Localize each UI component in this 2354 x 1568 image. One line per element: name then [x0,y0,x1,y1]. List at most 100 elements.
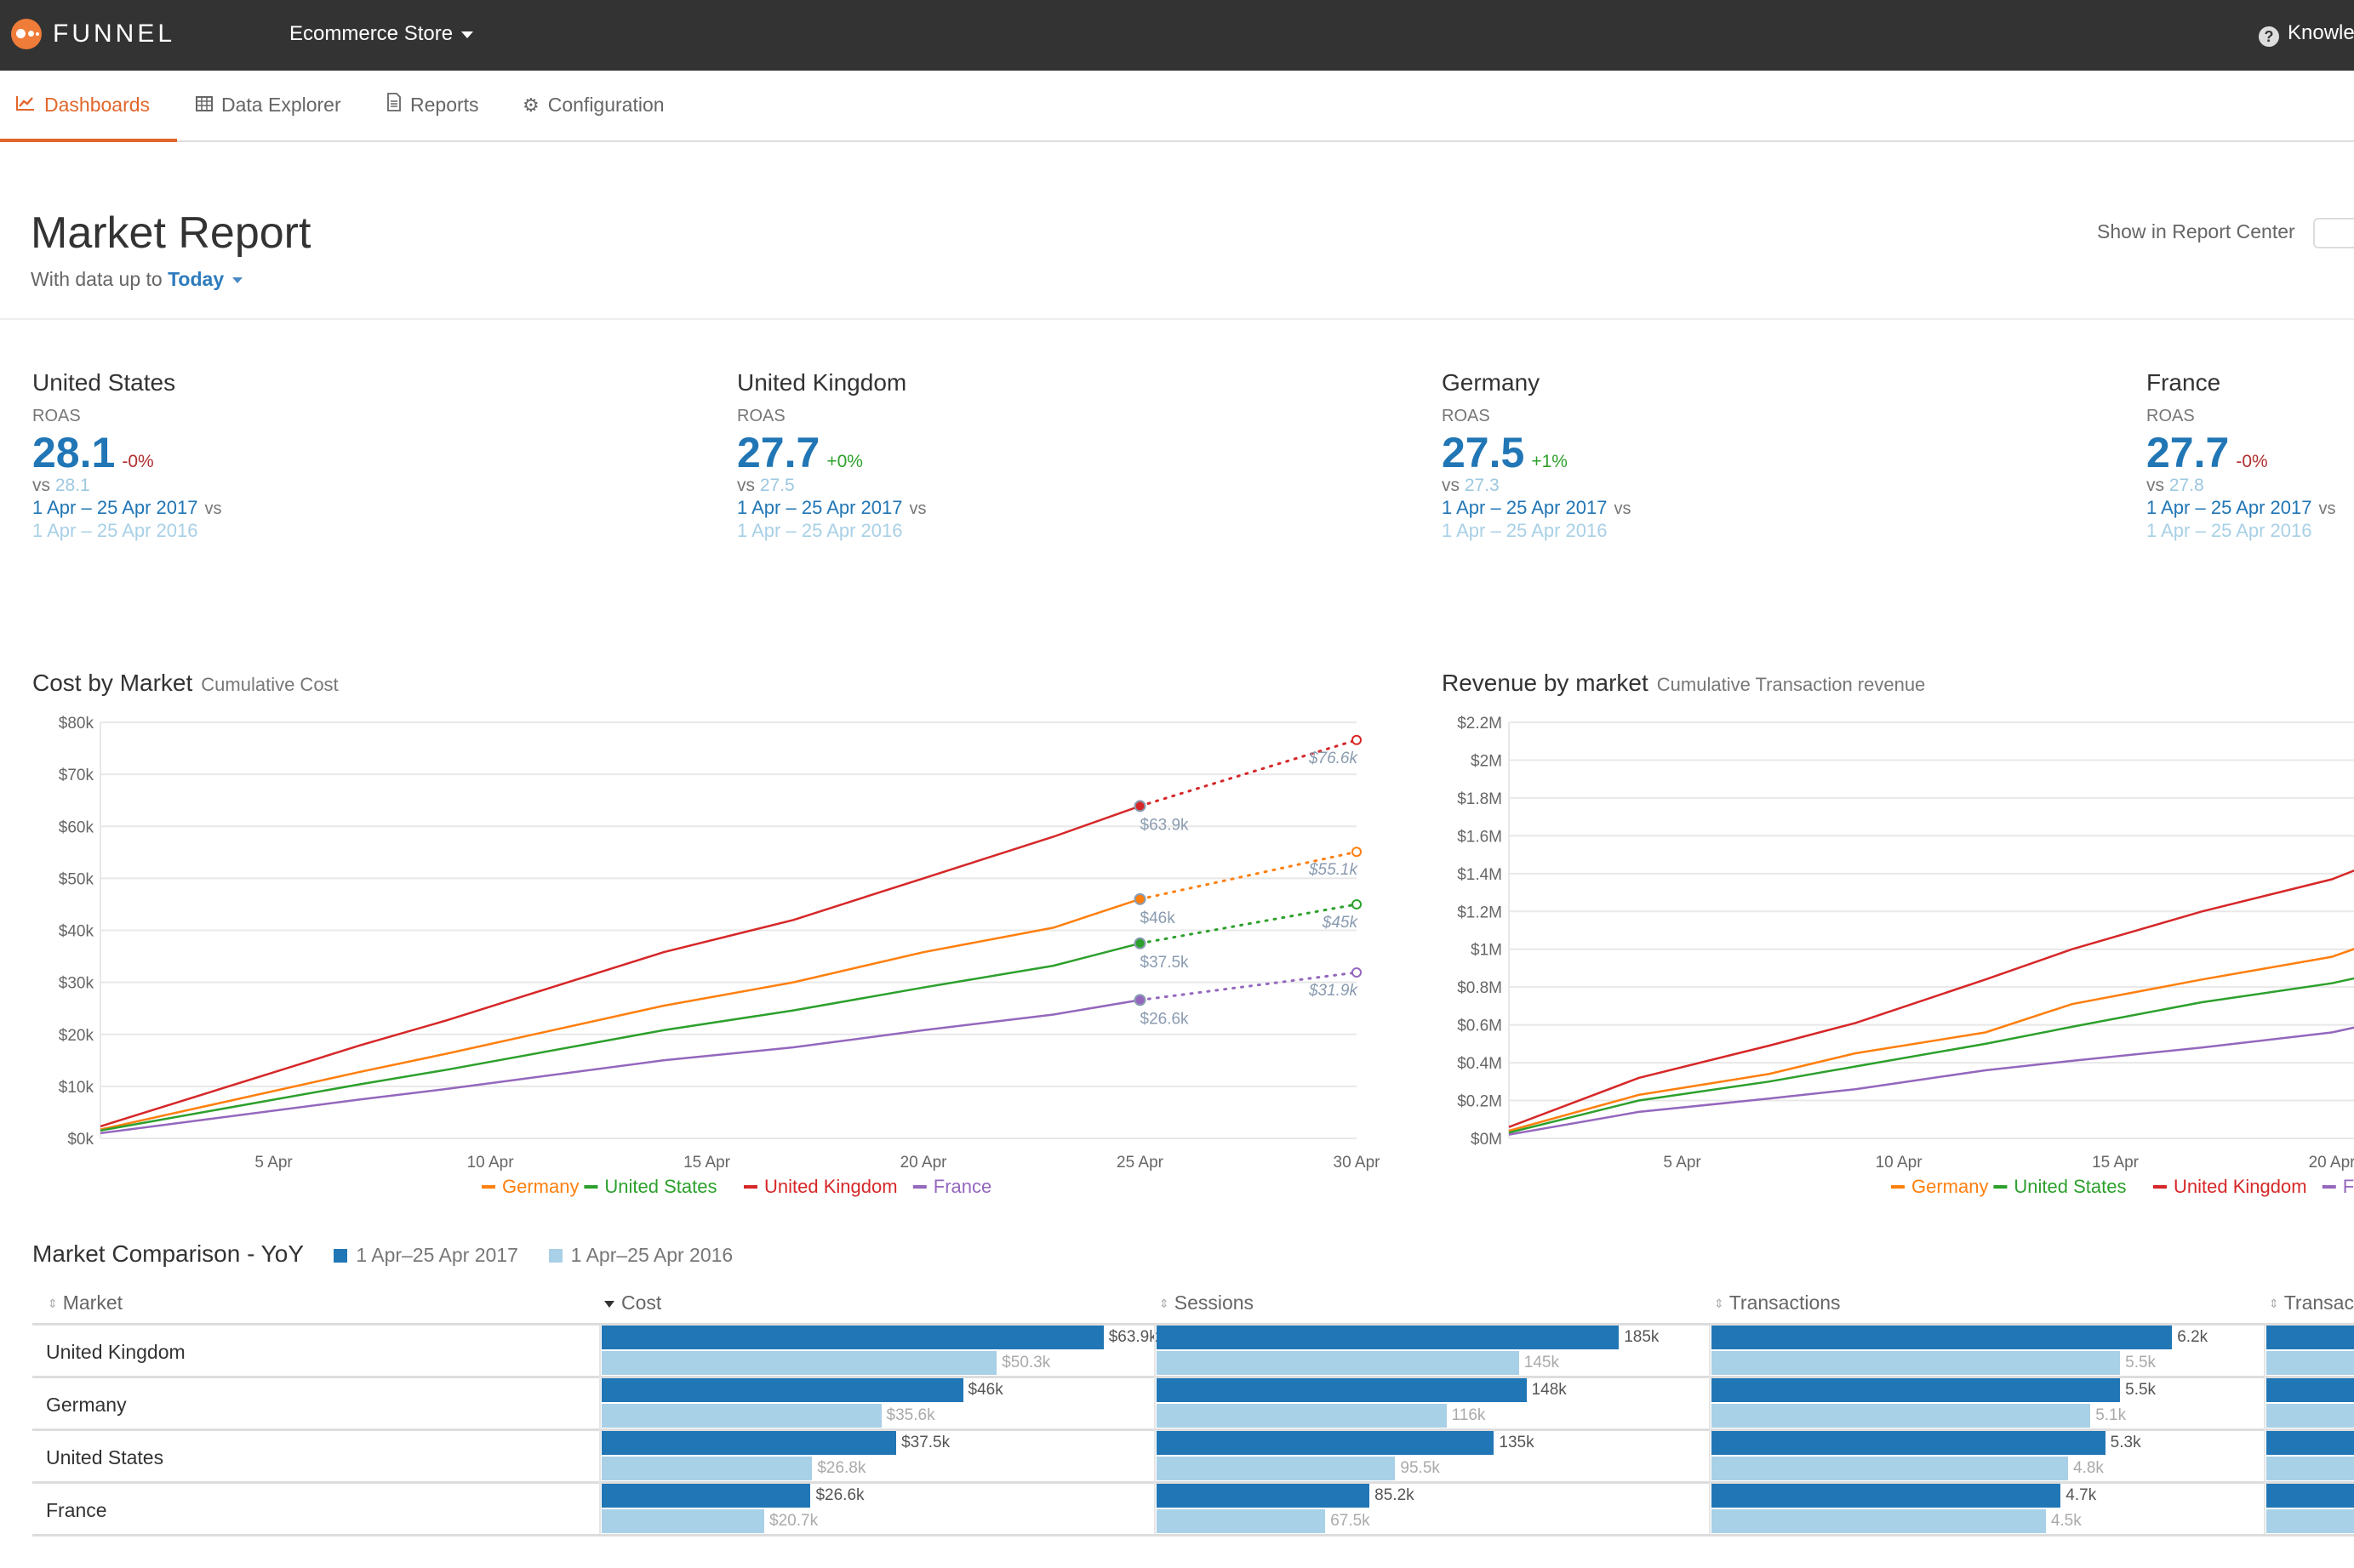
bar-current-sessions[interactable] [1157,1431,1494,1455]
bar-current-cost[interactable] [602,1431,897,1455]
bar-value-current: 5.3k [2110,1434,2141,1451]
bar-previous-transactions[interactable] [1711,1509,2046,1533]
bar-current-sessions[interactable] [1157,1484,1370,1508]
legend-swatch [1891,1185,1905,1189]
bar-current-cost[interactable] [602,1484,811,1508]
logo-text[interactable]: FUNNEL [53,19,175,49]
series-line-germany [1508,948,2354,1132]
nav-tab-data-explorer[interactable]: Data Explorer [196,89,341,121]
y-tick-label: $40k [59,923,94,941]
bar-previous-cost[interactable] [602,1351,997,1375]
bar-previous-transaction-revenue[interactable] [2266,1404,2354,1428]
forecast-point-marker[interactable] [1351,847,1362,858]
nav-tab-reports[interactable]: Reports [386,89,479,121]
vs-label: vs [204,499,222,518]
bar-current-transaction-revenue[interactable] [2266,1431,2354,1455]
store-selector[interactable]: Ecommerce Store [289,20,474,48]
column-header-transaction-revenue[interactable]: ⇕ Transaction revenue [2269,1288,2354,1317]
end-point-marker[interactable] [1134,937,1146,949]
date-selector[interactable]: Today [168,268,243,290]
legend-item-germany[interactable]: Germany [1891,1176,1988,1197]
bar-current-cost[interactable] [602,1378,963,1402]
legend-item-germany[interactable]: Germany [482,1176,579,1197]
column-header-market[interactable]: ⇕ Market [48,1288,123,1317]
bar-value-current: $46k [968,1381,1003,1399]
bar-current-transactions[interactable] [1711,1431,2105,1455]
kpi-current-period[interactable]: 1 Apr – 25 Apr 2017 [2146,497,2312,518]
x-tick-label: 5 Apr [254,1154,293,1172]
legend-item-france[interactable]: France [2322,1176,2354,1197]
legend-swatch [912,1185,927,1189]
revenue-chart-heading: Revenue by market [1442,670,1648,696]
bar-previous-transactions[interactable] [1711,1404,2091,1428]
bar-current-transaction-revenue[interactable] [2266,1484,2354,1508]
bar-previous-sessions[interactable] [1157,1457,1396,1480]
show-in-report-center-toggle[interactable] [2313,218,2354,248]
nav-tab-configuration[interactable]: ⚙ Configuration [523,89,665,121]
legend-item-france[interactable]: France [912,1176,991,1197]
sort-icon: ⇕ [2269,1297,2279,1310]
bar-previous-transactions[interactable] [1711,1351,2121,1375]
end-point-marker[interactable] [1134,892,1146,905]
end-point-marker[interactable] [1134,800,1146,813]
column-header-sessions[interactable]: ⇕ Sessions [1159,1288,1254,1317]
bar-previous-transactions[interactable] [1711,1457,2069,1480]
bar-current-transactions[interactable] [1711,1326,2173,1349]
x-tick-label: 30 Apr [1334,1154,1381,1172]
knowledge-base-link[interactable]: ? Knowledge Base [2259,19,2354,48]
bar-previous-transaction-revenue[interactable] [2266,1351,2354,1375]
bar-current-sessions[interactable] [1157,1378,1527,1402]
end-point-marker[interactable] [1134,994,1146,1006]
kpi-previous-period[interactable]: 1 Apr – 25 Apr 2016 [32,520,628,541]
bar-previous-sessions[interactable] [1157,1351,1519,1375]
y-tick-label: $1.6M [1457,828,1502,846]
main-nav: Dashboards Data Explorer Reports ⚙ Config… [0,71,2354,142]
nav-tab-label: Reports [410,94,479,116]
column-header-transactions[interactable]: ⇕ Transactions [1714,1288,1841,1317]
nav-tab-dashboards[interactable]: Dashboards [15,89,150,121]
kpi-previous-period[interactable]: 1 Apr – 25 Apr 2016 [1442,520,2037,541]
legend-item-united-states[interactable]: United States [1993,1176,2126,1197]
bar-value-previous: $26.8k [817,1459,866,1477]
bar-previous-transaction-revenue[interactable] [2266,1509,2354,1533]
kpi-previous-value: 27.5 [759,476,795,495]
bar-previous-sessions[interactable] [1157,1404,1447,1428]
kpi-value-row: 28.1 -0% [32,427,628,476]
y-tick-label: $0k [67,1131,94,1149]
forecast-point-marker[interactable] [1351,967,1362,978]
kpi-previous-period[interactable]: 1 Apr – 25 Apr 2016 [2146,520,2354,541]
bar-current-transaction-revenue[interactable] [2266,1326,2354,1349]
bar-previous-sessions[interactable] [1157,1509,1326,1533]
forecast-point-marker[interactable] [1351,898,1362,909]
forecast-label: $76.6k [1308,750,1359,767]
row-market-label: United States [46,1446,164,1468]
kpi-card: Germany ROAS 27.5 +1% vs 27.3 1 Apr – 25 Apr … [1442,366,2037,541]
funnel-logo-icon[interactable] [11,19,42,49]
kpi-current-period[interactable]: 1 Apr – 25 Apr 2017 [737,497,903,518]
bar-value-previous: $35.6k [886,1406,935,1424]
sort-icon: ⇕ [1714,1297,1724,1310]
bar-current-sessions[interactable] [1157,1326,1620,1349]
bar-current-cost[interactable] [602,1326,1104,1349]
bar-previous-cost[interactable] [602,1404,882,1428]
kpi-current-period[interactable]: 1 Apr – 25 Apr 2017 [1442,497,1608,518]
forecast-point-marker[interactable] [1351,734,1362,745]
revenue-chart-title: Revenue by market Cumulative Transaction … [1442,668,1925,700]
legend-item-united-kingdom[interactable]: United Kingdom [744,1176,898,1197]
bar-value-previous: 4.8k [2073,1459,2104,1477]
bar-current-transactions[interactable] [1711,1378,2121,1402]
bar-previous-cost[interactable] [602,1509,765,1533]
bar-previous-transaction-revenue[interactable] [2266,1457,2354,1480]
kpi-current-period[interactable]: 1 Apr – 25 Apr 2017 [32,497,198,518]
bar-current-transaction-revenue[interactable] [2266,1378,2354,1402]
forecast-label: $31.9k [1308,982,1359,1000]
kpi-previous-period[interactable]: 1 Apr – 25 Apr 2016 [737,520,1333,541]
legend-item-united-kingdom[interactable]: United Kingdom [2153,1176,2307,1197]
legend-item-united-states[interactable]: United States [584,1176,717,1197]
bar-previous-cost[interactable] [602,1457,813,1480]
kpi-market-name: France [2146,369,2221,396]
column-header-cost[interactable]: Cost [604,1288,661,1317]
bar-current-transactions[interactable] [1711,1484,2061,1508]
bar-value-previous: $20.7k [769,1512,819,1530]
kpi-card: France ROAS 27.7 -0% vs 27.8 1 Apr – 25 Apr 2… [2146,366,2354,541]
